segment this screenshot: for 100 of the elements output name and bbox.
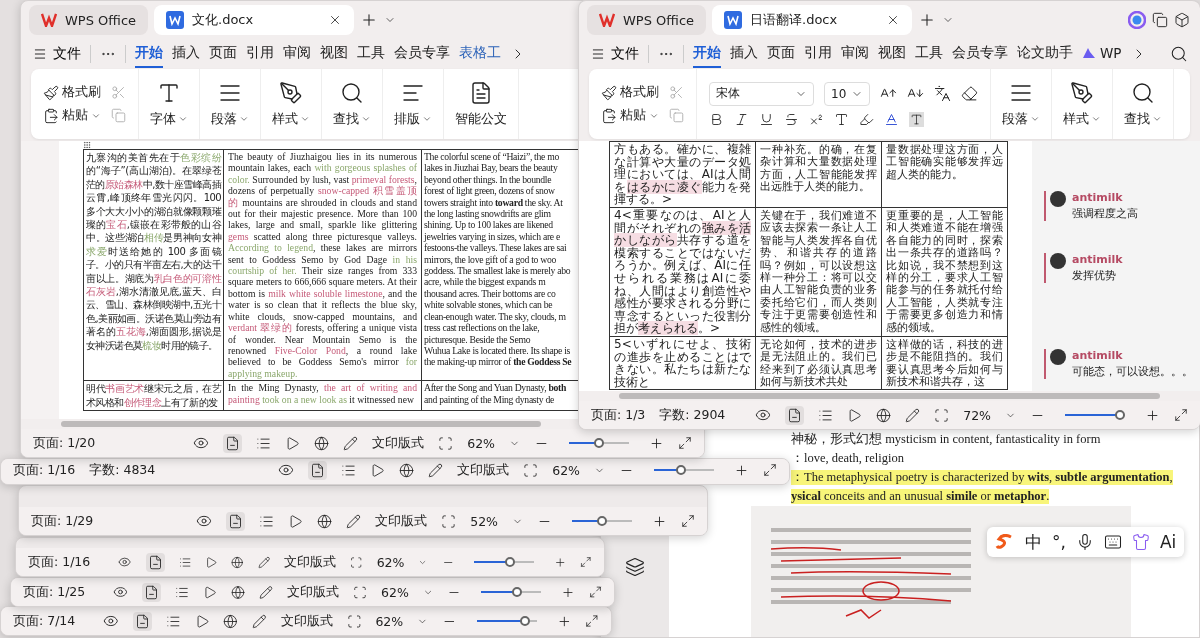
cell-text-line: towers straight into toward the sky. At — [424, 196, 563, 209]
home-tab[interactable]: WPS Office — [29, 5, 149, 35]
cell-text: The beauty of Jiuzhaigou lies in its numerous mountain lakes, each with gorgeous splashes of color. Surrounded by lush, vast primeval forests, dozens of perpetually snow-capped 积雪盖顶的 mountains are shrouded in clouds and stand out for their majestic presence. More than 100 lakes, large and small, sparkle like glittering gems scatted along three picturesque valleys. According to legend, these lakes are mirrors sent to Goddess Semo by God Dage in his courtship of her. Their size ranges from 333 square meters to 666,666 square meters. At their bottom is milk white soluble limestone, and the water is so clean that it reflects the blue sky, white clouds, snow-capped mountains, and verdant 翠绿的 forests, offering a unique vista of wonder. Near Mountain Semo is the renowned Five-Color Pond, a round lake believed to be Goddess Semo's mirror for applying makeup. — [228, 151, 417, 380]
cell-text-line: Wuhua Lake is located there. Its shape is — [424, 344, 571, 357]
ribbon-tab[interactable]: 论文助手 — [1017, 40, 1073, 68]
ribbon-tab[interactable]: 视图 — [320, 40, 348, 68]
ribbon-tab[interactable]: 引用 — [246, 40, 274, 68]
cell-text-line: festoons-the valleys. These lakes are sai — [424, 242, 567, 254]
word-count: 字数: 2904 — [659, 406, 726, 424]
ribbon-tab[interactable]: WP — [1082, 41, 1122, 67]
cell-text-line: shining. Up to 100 lakes are likened — [424, 219, 553, 231]
comment-author: antimilk — [1072, 349, 1124, 362]
layout-mode[interactable]: 文印版式 — [372, 434, 425, 452]
cell-text: 方もある。確かに、複雑な計算や大量のデータ処理においては、AIは人間を はるかに凌ぐ能力を発揮する。> — [614, 143, 751, 206]
document-tab[interactable]: 文化.docx — [154, 5, 355, 35]
cell-text: 无论如何，技术的进步是无法阻止的。我们已经来到了必须认真思考如何与新技术共处 — [760, 337, 877, 388]
ribbon-tab[interactable]: 审阅 — [283, 40, 311, 68]
cell-text-line: the making-up mirror of the Goddess Se — [424, 356, 572, 368]
comment[interactable]: antimilk 发挥优势 — [1044, 253, 1200, 283]
comment[interactable]: antimilk 可能态，可以设想。。。 — [1044, 349, 1200, 379]
layout-mode[interactable]: 文印版式 — [280, 612, 333, 630]
paste-button[interactable]: 粘贴 — [43, 107, 101, 124]
cell-text-line: beyond other things. In the boundle — [424, 173, 552, 186]
ribbon-group-button[interactable]: 段落 — [991, 69, 1052, 139]
ai-button[interactable]: Ai — [1159, 532, 1177, 552]
ribbon-group-button[interactable]: 查找 — [1113, 69, 1174, 139]
cell-text-line: lakes in Jiuzhai Bay, bears the beauty — [424, 162, 558, 174]
page-count: 页面: 7/14 — [13, 612, 76, 630]
font-size-select[interactable]: 10 — [824, 81, 870, 106]
note-text: ：The metaphysical poetry is characterized by wits, subtle argumentation, — [791, 470, 1173, 485]
ribbon-tab[interactable]: 引用 — [804, 40, 832, 68]
ribbon-tab[interactable]: 页面 — [767, 40, 795, 68]
cell-text: 量数据处理这方面，人工智能确实能够发挥远超人类的能力。 — [886, 143, 1003, 181]
cell-text-line: jewelries varying in sizes, which are e — [424, 230, 560, 243]
font-select[interactable]: 宋体 — [709, 81, 814, 106]
cell-text-line: thousand acres. Their bottoms are co — [424, 287, 556, 300]
ribbon-tab[interactable]: 页面 — [209, 40, 237, 68]
zoom-value[interactable]: 62% — [552, 462, 580, 478]
layout-mode[interactable]: 文印版式 — [287, 583, 340, 601]
file-menu[interactable]: 文件 — [591, 45, 639, 63]
cell-text: 这样做的话，科技的进步是不能阻挡的。我们要认真思考今后如何与新技术和谐共存，这 — [886, 337, 1003, 388]
format-painter-button[interactable]: 格式刷 — [601, 84, 659, 101]
language-toggle[interactable]: 中 — [1025, 530, 1042, 554]
ribbon-group-button[interactable]: 查找 — [322, 69, 383, 139]
note-text: ysical conceits and an unusual simile or metaphor. — [791, 489, 1050, 504]
cell-text: In the Ming Dynasty, the art of writing and painting took on a new look as it witnessed new — [228, 382, 417, 405]
ribbon-group-button[interactable]: 样式 — [261, 69, 322, 139]
comment-text: 可能态，可以设想。。。 — [1072, 365, 1193, 379]
ribbon-tab[interactable]: 表格工 — [459, 40, 501, 68]
comment-author: antimilk — [1072, 191, 1124, 204]
ribbon-tab[interactable]: 会员专享 — [952, 40, 1008, 68]
layout-mode[interactable]: 文印版式 — [457, 461, 510, 479]
ribbon-tab[interactable]: 审阅 — [841, 40, 869, 68]
cell-text-line: picturesque. Beside the Semo — [424, 333, 531, 345]
cell-text: 关键在于，我们难道不应该去探索一条让人工智能与人类发挥各自优势、和谐共存的道路吗？例如，可以设想这样一种分工：将可以交由人工智能负责的业务委托给它们，而人类则专注于更需要创造性和感性的领域。 — [760, 208, 877, 334]
cell-text: 更重要的是，人工智能和人类难道不能在增强各自能力的同时，探索出一条共存的道路吗？比如说，我不禁想到这样的分工，要求人工智能参与的任务就托付给人工智能，人类就专注于需要更多创造力和情感的领域。 — [886, 208, 1003, 334]
punctuation-toggle[interactable]: °, — [1052, 532, 1066, 552]
layout-mode[interactable]: 文印版式 — [375, 512, 428, 530]
ribbon-group-button[interactable]: 字体 — [139, 69, 200, 139]
comment-text: 强调程度之高 — [1072, 207, 1138, 221]
cell-text-line: After the Song and Yuan Dynasty, both — [424, 382, 567, 394]
comment[interactable]: antimilk 强调程度之高 — [1044, 191, 1200, 221]
zoom-value[interactable]: 62% — [381, 584, 409, 600]
cell-text-line: the long lasting snowdrifts are glim — [424, 208, 551, 220]
word-count: 字数: 4834 — [89, 461, 156, 479]
zoom-value[interactable]: 62% — [467, 435, 495, 451]
ribbon-group-button[interactable]: 智能公文 — [444, 69, 519, 139]
cell-text: 5<いずれにせよ、技術の進歩を止めることはできない。私たちは新たな技術と — [614, 337, 751, 389]
ribbon-tab[interactable]: 工具 — [357, 40, 385, 68]
file-menu[interactable]: 文件 — [33, 45, 81, 63]
document-tab[interactable]: 日语翻译.docx — [712, 5, 913, 35]
comment-author: antimilk — [1072, 253, 1123, 266]
zoom-value[interactable]: 62% — [375, 613, 404, 629]
cell-text-line: acre, while the biggest expands m — [424, 276, 546, 288]
comment-text: 发挥优势 — [1072, 269, 1117, 283]
ribbon-tab[interactable]: 会员专享 — [394, 40, 450, 68]
ribbon-tab[interactable]: 插入 — [172, 40, 200, 68]
ribbon-group-button[interactable]: 排版 — [383, 69, 444, 139]
note-text: 神秘，形式幻想 mysticism in content, fantasticality in form — [791, 432, 1101, 447]
layout-mode[interactable]: 文印版式 — [284, 553, 337, 571]
cell-text-line: forest of light green, dozens of snow — [424, 185, 555, 197]
page-count: 页面: 1/20 — [33, 434, 96, 452]
home-tab[interactable]: WPS Office — [587, 5, 707, 35]
page-count: 页面: 1/16 — [28, 553, 91, 571]
page-count: 页面: 1/29 — [31, 512, 94, 530]
note-text: ：love, death, religion — [791, 451, 904, 466]
zoom-value[interactable]: 72% — [963, 407, 991, 423]
format-painter-button[interactable]: 格式刷 — [43, 84, 101, 101]
ribbon-group-button[interactable]: 样式 — [1052, 69, 1113, 139]
cell-text-line: clean-enough water. The sky, clouds, m — [424, 310, 566, 323]
ribbon-tab[interactable]: 视图 — [878, 40, 906, 68]
page-count: 页面: 1/25 — [23, 583, 86, 601]
ribbon-group-button[interactable]: 段落 — [200, 69, 261, 139]
zoom-value[interactable]: 62% — [376, 554, 405, 570]
zoom-value[interactable]: 52% — [470, 513, 498, 529]
ribbon-tab[interactable]: 插入 — [730, 40, 758, 68]
ribbon-tab[interactable]: 工具 — [915, 40, 943, 68]
paste-button[interactable]: 粘贴 — [601, 107, 659, 124]
page-count: 页面: 1/16 — [13, 461, 76, 479]
cell-text-line: The colorful scene of “Haizi”, the mo — [424, 151, 559, 163]
